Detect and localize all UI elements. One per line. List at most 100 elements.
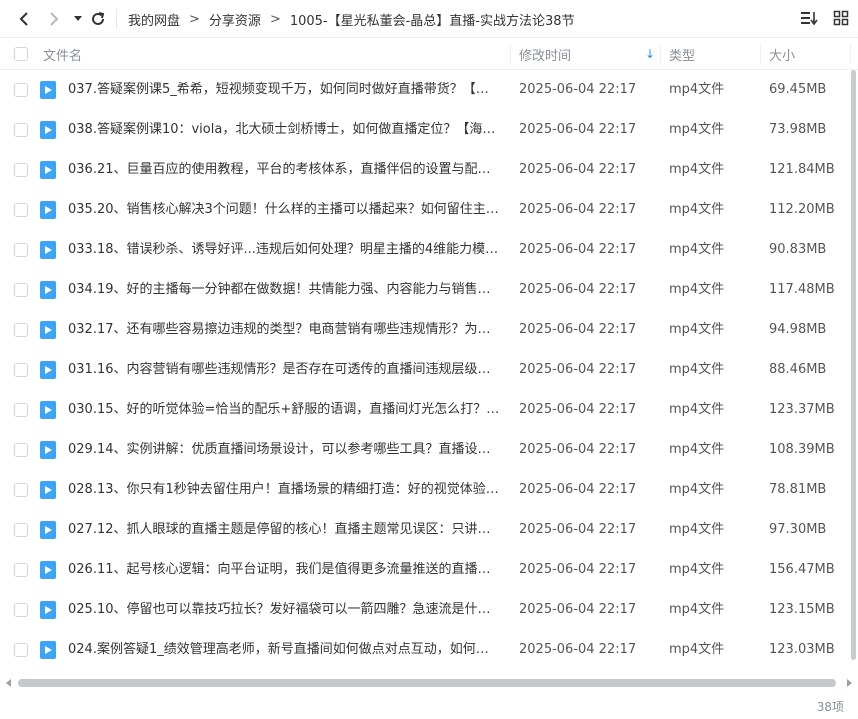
row-checkbox[interactable] [14, 243, 28, 257]
back-button[interactable] [14, 9, 34, 29]
file-name[interactable]: 029.14、实例讲解：优质直播间场景设计，可以参考哪些工具？直播设备配置有哪些 [68, 430, 500, 470]
select-all-checkbox[interactable] [14, 47, 28, 61]
file-size: 123.15MB [769, 602, 835, 617]
vertical-scrollbar-thumb[interactable] [851, 70, 856, 660]
row-checkbox[interactable] [14, 123, 28, 137]
file-name[interactable]: 025.10、停留也可以靠技巧拉长？发好福袋可以一箭四雕？急速流是什么？案例拆解 [68, 590, 500, 630]
item-count: 38项 [816, 700, 844, 714]
sort-button[interactable] [800, 9, 818, 27]
file-row[interactable]: 034.19、好的主播每一分钟都在做数据！共情能力强、内容能力与销售能力都强的主… [0, 270, 858, 310]
file-name[interactable]: 026.11、起号核心逻辑：向平台证明，我们是值得更多流量推送的直播间！如何起号 [68, 550, 500, 590]
file-name[interactable]: 024.案例答疑1_绩效管理高老师，新号直播间如何做点对点互动，如何冷启动【海淘… [68, 630, 500, 670]
file-modified-date: 2025-06-04 22:17 [519, 602, 637, 617]
column-header-type[interactable]: 类型 [669, 38, 695, 70]
file-type: mp4文件 [669, 642, 725, 657]
scroll-left-icon[interactable] [6, 679, 11, 687]
file-name[interactable]: 037.答疑案例课5_希希，短视频变现千万，如何同时做好直播带货？【海淘资源网 … [68, 70, 500, 110]
file-row[interactable]: 031.16、内容营销有哪些违规情形？是否存在可透传的直播间违规层级？【海淘资源… [0, 350, 858, 390]
row-checkbox[interactable] [14, 563, 28, 577]
file-type: mp4文件 [669, 162, 725, 177]
file-modified-date: 2025-06-04 22:17 [519, 322, 637, 337]
file-type: mp4文件 [669, 402, 725, 417]
breadcrumb-item-shared[interactable]: 分享资源 [209, 10, 261, 29]
row-checkbox[interactable] [14, 643, 28, 657]
file-name[interactable]: 030.15、好的听觉体验=恰当的配乐+舒服的语调，直播间灯光怎么打？早期直播间 [68, 390, 500, 430]
video-file-icon [40, 321, 56, 339]
chevron-left-icon [19, 12, 28, 26]
horizontal-scrollbar-thumb[interactable] [18, 679, 836, 687]
file-modified-date: 2025-06-04 22:17 [519, 242, 637, 257]
video-file-icon [40, 241, 56, 259]
column-header-size[interactable]: 大小 [769, 38, 795, 70]
chevron-right-icon [50, 12, 59, 26]
file-row[interactable]: 025.10、停留也可以靠技巧拉长？发好福袋可以一箭四雕？急速流是什么？案例拆解… [0, 590, 858, 630]
column-divider[interactable] [510, 44, 511, 64]
column-divider[interactable] [850, 44, 851, 64]
file-modified-date: 2025-06-04 22:17 [519, 122, 637, 137]
file-name[interactable]: 028.13、你只有1秒钟去留住用户！直播场景的精细打造：好的视觉体验长什么样 [68, 470, 500, 510]
file-row[interactable]: 026.11、起号核心逻辑：向平台证明，我们是值得更多流量推送的直播间！如何起号… [0, 550, 858, 590]
file-type: mp4文件 [669, 242, 725, 257]
file-list: 037.答疑案例课5_希希，短视频变现千万，如何同时做好直播带货？【海淘资源网 … [0, 70, 858, 670]
sort-list-icon [801, 12, 818, 26]
row-checkbox[interactable] [14, 443, 28, 457]
history-dropdown[interactable] [68, 9, 88, 29]
refresh-icon [92, 12, 105, 25]
file-type: mp4文件 [669, 562, 725, 577]
file-size: 69.45MB [769, 82, 827, 97]
column-divider[interactable] [760, 44, 761, 64]
row-checkbox[interactable] [14, 163, 28, 177]
row-checkbox[interactable] [14, 323, 28, 337]
file-name[interactable]: 036.21、巨量百应的使用教程，平台的考核体系，直播伴侣的设置与配置怎么做？ [68, 150, 500, 190]
file-name[interactable]: 035.20、销售核心解决3个问题！什么样的主播可以播起来？如何留住主播？巨量百… [68, 190, 500, 230]
sort-desc-icon: ↓ [644, 47, 655, 61]
row-checkbox[interactable] [14, 603, 28, 617]
file-modified-date: 2025-06-04 22:17 [519, 482, 637, 497]
file-row[interactable]: 035.20、销售核心解决3个问题！什么样的主播可以播起来？如何留住主播？巨量百… [0, 190, 858, 230]
column-divider[interactable] [660, 44, 661, 64]
breadcrumb-separator: > [269, 11, 281, 27]
file-row[interactable]: 029.14、实例讲解：优质直播间场景设计，可以参考哪些工具？直播设备配置有哪些… [0, 430, 858, 470]
file-name[interactable]: 031.16、内容营销有哪些违规情形？是否存在可透传的直播间违规层级？【海淘资源… [68, 350, 500, 390]
column-header-name[interactable]: 文件名 [43, 38, 82, 70]
row-checkbox[interactable] [14, 283, 28, 297]
row-checkbox[interactable] [14, 483, 28, 497]
file-row[interactable]: 037.答疑案例课5_希希，短视频变现千万，如何同时做好直播带货？【海淘资源网 … [0, 70, 858, 110]
row-checkbox[interactable] [14, 523, 28, 537]
column-header-date[interactable]: 修改时间 ↓ [519, 38, 659, 70]
video-file-icon [40, 201, 56, 219]
forward-button[interactable] [44, 9, 64, 29]
file-row[interactable]: 036.21、巨量百应的使用教程，平台的考核体系，直播伴侣的设置与配置怎么做？ 2… [0, 150, 858, 190]
row-checkbox[interactable] [14, 83, 28, 97]
file-name[interactable]: 034.19、好的主播每一分钟都在做数据！共情能力强、内容能力与销售能力都强的主… [68, 270, 500, 310]
file-row[interactable]: 024.案例答疑1_绩效管理高老师，新号直播间如何做点对点互动，如何冷启动【海淘… [0, 630, 858, 670]
file-name[interactable]: 032.17、还有哪些容易擦边违规的类型？电商营销有哪些违规情形？为什么会被限流 [68, 310, 500, 350]
file-row[interactable]: 028.13、你只有1秒钟去留住用户！直播场景的精细打造：好的视觉体验长什么样 2… [0, 470, 858, 510]
vertical-scrollbar[interactable] [851, 70, 856, 660]
toolbar-divider [116, 9, 117, 29]
row-checkbox[interactable] [14, 203, 28, 217]
file-type: mp4文件 [669, 82, 725, 97]
video-file-icon [40, 561, 56, 579]
breadcrumb-item-current-folder[interactable]: 1005-【星光私董会-晶总】直播-实战方法论38节 [290, 10, 575, 29]
file-name[interactable]: 038.答疑案例课10：viola，北大硕士剑桥博士，如何做直播定位？【海淘资源… [68, 110, 500, 150]
video-file-icon [40, 121, 56, 139]
file-row[interactable]: 032.17、还有哪些容易擦边违规的类型？电商营销有哪些违规情形？为什么会被限流… [0, 310, 858, 350]
row-checkbox[interactable] [14, 403, 28, 417]
file-row[interactable]: 038.答疑案例课10：viola，北大硕士剑桥博士，如何做直播定位？【海淘资源… [0, 110, 858, 150]
row-checkbox[interactable] [14, 363, 28, 377]
horizontal-scrollbar[interactable] [6, 676, 852, 690]
file-row[interactable]: 030.15、好的听觉体验=恰当的配乐+舒服的语调，直播间灯光怎么打？早期直播间… [0, 390, 858, 430]
file-type: mp4文件 [669, 602, 725, 617]
file-row[interactable]: 027.12、抓人眼球的直播主题是停留的核心！直播主题常见误区：只讲自己多牛 20… [0, 510, 858, 550]
scroll-right-icon[interactable] [847, 679, 852, 687]
refresh-button[interactable] [88, 9, 108, 29]
file-modified-date: 2025-06-04 22:17 [519, 442, 637, 457]
breadcrumb-item-my-drive[interactable]: 我的网盘 [128, 10, 180, 29]
file-name[interactable]: 027.12、抓人眼球的直播主题是停留的核心！直播主题常见误区：只讲自己多牛 [68, 510, 500, 550]
view-toggle-button[interactable] [832, 9, 850, 27]
video-file-icon [40, 521, 56, 539]
grid-view-icon [833, 10, 849, 26]
file-name[interactable]: 033.18、错误秒杀、诱导好评...违规后如何处理？明星主播的4维能力模型！【… [68, 230, 500, 270]
file-row[interactable]: 033.18、错误秒杀、诱导好评...违规后如何处理？明星主播的4维能力模型！【… [0, 230, 858, 270]
